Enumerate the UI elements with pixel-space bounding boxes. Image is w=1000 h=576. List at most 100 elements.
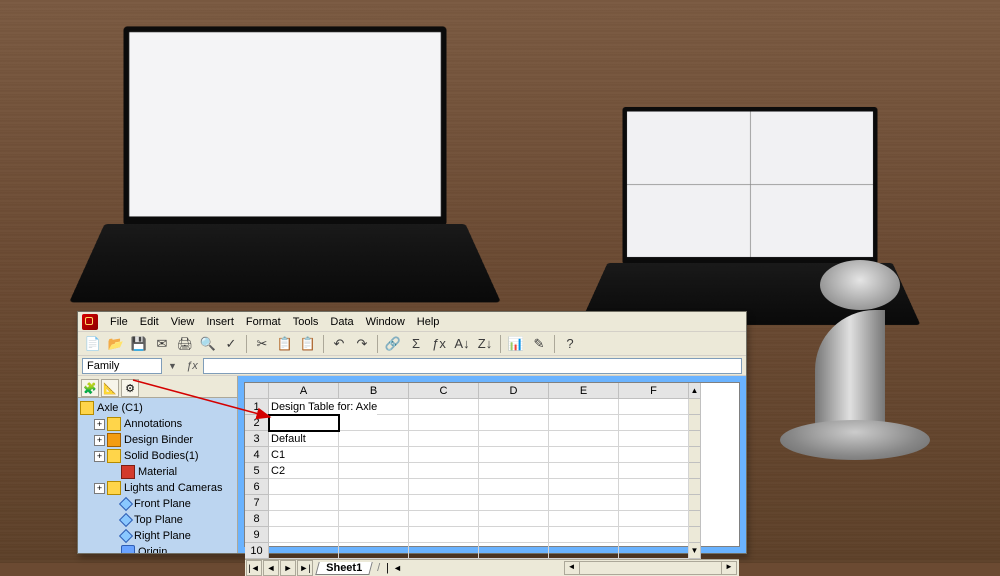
expand-icon[interactable]: + (94, 451, 105, 462)
row-header-1[interactable]: 1 (245, 399, 269, 415)
tree-node-annotations[interactable]: + Annotations (78, 416, 237, 432)
undo-icon[interactable]: ↶ (328, 334, 350, 354)
menu-view[interactable]: View (165, 314, 201, 330)
cell-C1[interactable] (409, 399, 479, 415)
cell-D8[interactable] (479, 511, 549, 527)
tree-node-material-not-specified-[interactable]: Material (78, 464, 237, 480)
tree-node-top-plane[interactable]: Top Plane (78, 512, 237, 528)
cell-E8[interactable] (549, 511, 619, 527)
function-icon[interactable]: ƒx (428, 334, 450, 354)
cell-F9[interactable] (619, 527, 689, 543)
cell-D4[interactable] (479, 447, 549, 463)
cell-D10[interactable] (479, 543, 549, 559)
cell-F7[interactable] (619, 495, 689, 511)
menu-file[interactable]: File (104, 314, 134, 330)
cell-A7[interactable] (269, 495, 339, 511)
column-header-B[interactable]: B (339, 383, 409, 399)
cut-icon[interactable]: ✂ (251, 334, 273, 354)
tree-node-right-plane[interactable]: Right Plane (78, 528, 237, 544)
cell-D6[interactable] (479, 479, 549, 495)
menu-window[interactable]: Window (360, 314, 411, 330)
cell-E2[interactable] (549, 415, 619, 431)
cell-F4[interactable] (619, 447, 689, 463)
name-box-dropdown-icon[interactable]: ▼ (164, 361, 181, 371)
cell-F3[interactable] (619, 431, 689, 447)
sheet-nav-2[interactable]: ► (280, 560, 296, 576)
print-icon[interactable]: 🖨 (174, 334, 196, 354)
cell-E7[interactable] (549, 495, 619, 511)
cell-B6[interactable] (339, 479, 409, 495)
vscroll-track[interactable] (689, 511, 701, 527)
vscroll-track[interactable] (689, 399, 701, 415)
property-manager-tab-icon[interactable]: 📐 (101, 379, 119, 397)
formula-bar[interactable] (203, 358, 742, 374)
cell-A2[interactable] (269, 415, 339, 431)
cell-C3[interactable] (409, 431, 479, 447)
expand-icon[interactable]: + (94, 419, 105, 430)
cell-F8[interactable] (619, 511, 689, 527)
expand-icon[interactable]: + (94, 483, 105, 494)
cell-E4[interactable] (549, 447, 619, 463)
cell-E10[interactable] (549, 543, 619, 559)
sheet-nav-0[interactable]: |◄ (246, 560, 262, 576)
open-icon[interactable]: 📂 (105, 334, 127, 354)
menu-format[interactable]: Format (240, 314, 287, 330)
sheet-nav-3[interactable]: ►| (297, 560, 313, 576)
row-header-7[interactable]: 7 (245, 495, 269, 511)
cell-C9[interactable] (409, 527, 479, 543)
cell-B5[interactable] (339, 463, 409, 479)
vscroll-up-icon[interactable]: ▲ (689, 383, 701, 399)
cell-B4[interactable] (339, 447, 409, 463)
cell-E3[interactable] (549, 431, 619, 447)
row-header-10[interactable]: 10 (245, 543, 269, 559)
cell-D9[interactable] (479, 527, 549, 543)
row-header-4[interactable]: 4 (245, 447, 269, 463)
cell-A10[interactable] (269, 543, 339, 559)
expand-icon[interactable]: + (94, 435, 105, 446)
cell-B8[interactable] (339, 511, 409, 527)
save-icon[interactable]: 💾 (128, 334, 150, 354)
feature-manager-tab-icon[interactable]: 🧩 (81, 379, 99, 397)
sort-desc-icon[interactable]: Z↓ (474, 334, 496, 354)
cell-D2[interactable] (479, 415, 549, 431)
menu-edit[interactable]: Edit (134, 314, 165, 330)
menu-data[interactable]: Data (324, 314, 359, 330)
hyperlink-icon[interactable]: 🔗 (382, 334, 404, 354)
cell-F10[interactable] (619, 543, 689, 559)
row-header-3[interactable]: 3 (245, 431, 269, 447)
tree-node-origin[interactable]: Origin (78, 544, 237, 553)
cell-B7[interactable] (339, 495, 409, 511)
cell-A9[interactable] (269, 527, 339, 543)
cell-C6[interactable] (409, 479, 479, 495)
cell-D3[interactable] (479, 431, 549, 447)
cell-A1[interactable]: Design Table for: Axle (269, 399, 339, 415)
vscroll-track[interactable] (689, 479, 701, 495)
row-header-6[interactable]: 6 (245, 479, 269, 495)
sort-asc-icon[interactable]: A↓ (451, 334, 473, 354)
cell-E9[interactable] (549, 527, 619, 543)
cell-C2[interactable] (409, 415, 479, 431)
vscroll-track[interactable] (689, 431, 701, 447)
name-box[interactable] (82, 358, 162, 374)
menu-help[interactable]: Help (411, 314, 446, 330)
tree-root[interactable]: Axle (C1) (78, 400, 237, 416)
column-header-C[interactable]: C (409, 383, 479, 399)
spellcheck-icon[interactable]: ✓ (220, 334, 242, 354)
cell-B2[interactable] (339, 415, 409, 431)
horizontal-scrollbar[interactable] (564, 561, 737, 575)
cell-C8[interactable] (409, 511, 479, 527)
column-header-F[interactable]: F (619, 383, 689, 399)
cell-C7[interactable] (409, 495, 479, 511)
configuration-manager-tab-icon[interactable]: ⚙ (121, 379, 139, 397)
redo-icon[interactable]: ↷ (351, 334, 373, 354)
cell-E1[interactable] (549, 399, 619, 415)
cell-F1[interactable] (619, 399, 689, 415)
sum-icon[interactable]: Σ (405, 334, 427, 354)
worksheet[interactable]: ABCDEF▲1Design Table for: Axle23Default4… (244, 382, 740, 547)
tree-node-front-plane[interactable]: Front Plane (78, 496, 237, 512)
cell-A3[interactable]: Default (269, 431, 339, 447)
cell-E5[interactable] (549, 463, 619, 479)
row-header-5[interactable]: 5 (245, 463, 269, 479)
cell-F6[interactable] (619, 479, 689, 495)
menu-tools[interactable]: Tools (287, 314, 325, 330)
